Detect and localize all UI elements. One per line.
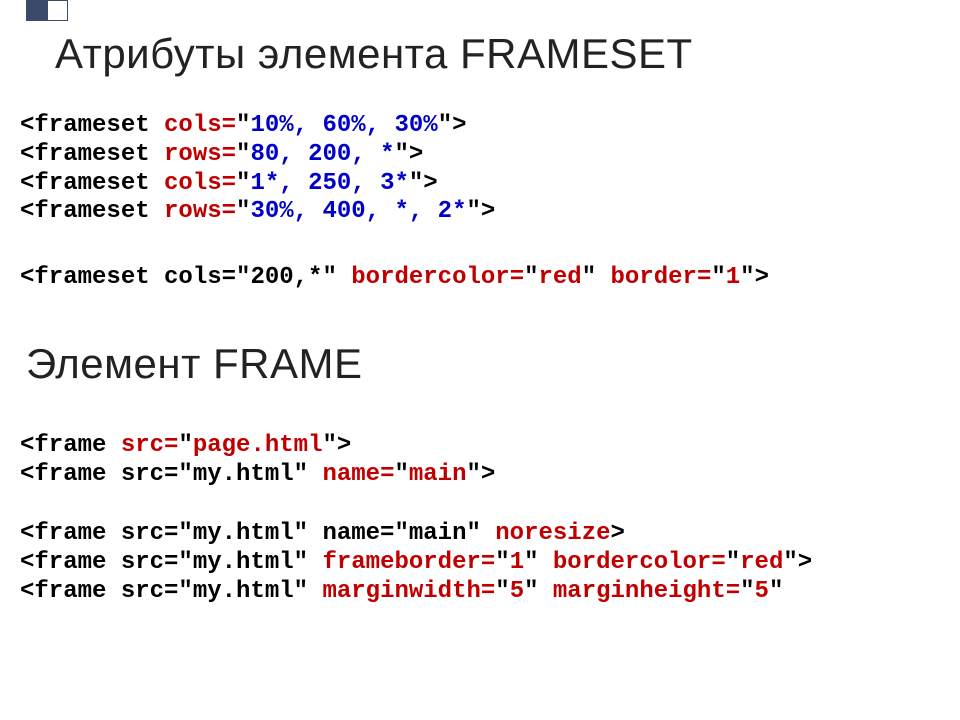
code-text: <frameset cols="200,*": [20, 264, 351, 291]
code-text: ">: [409, 170, 438, 197]
code-text: ">: [438, 112, 467, 139]
code-attr: bordercolor=: [351, 264, 524, 291]
code-quote: ": [495, 578, 509, 605]
code-quote: ": [524, 264, 538, 291]
code-quote: ": [236, 198, 250, 225]
code-attr: frameborder=: [322, 549, 495, 576]
code-quote: ": [495, 549, 509, 576]
code-attr: cols=: [164, 112, 236, 139]
code-quote: ": [236, 170, 250, 197]
code-text: ">: [322, 432, 351, 459]
slide: Атрибуты элемента FRAMESET <frameset col…: [0, 0, 960, 720]
code-quote: ": [236, 141, 250, 168]
code-attr: rows=: [164, 198, 236, 225]
code-text: <frameset: [20, 170, 164, 197]
code-text: >: [611, 520, 625, 547]
code-text: ">: [394, 141, 423, 168]
code-value-highlight: 5: [755, 578, 769, 605]
code-text: ": [524, 578, 553, 605]
code-value-highlight: 5: [510, 578, 524, 605]
code-text: ": [524, 549, 553, 576]
code-value-highlight: red: [740, 549, 783, 576]
code-value-highlight: 1: [510, 549, 524, 576]
code-quote: ": [236, 112, 250, 139]
code-text: ">: [467, 198, 496, 225]
code-value-highlight: 1: [726, 264, 740, 291]
code-quote: ": [740, 578, 754, 605]
code-text: <frame src="my.html" name="main": [20, 520, 495, 547]
bullet-bar: [26, 0, 68, 21]
code-value: 30%, 400, *, 2*: [250, 198, 466, 225]
code-text: <frameset: [20, 141, 164, 168]
code-text: <frameset: [20, 198, 164, 225]
code-attr: marginheight=: [553, 578, 740, 605]
code-text: ">: [740, 264, 769, 291]
code-quote: ": [178, 432, 192, 459]
section-heading-frameset: Атрибуты элемента FRAMESET: [55, 30, 693, 78]
code-text: <frame src="my.html": [20, 461, 322, 488]
code-block-frame-src-name: <frame src="page.html"> <frame src="my.h…: [20, 432, 495, 490]
code-text: ">: [466, 461, 495, 488]
code-attr: bordercolor=: [553, 549, 726, 576]
code-text: ": [582, 264, 611, 291]
bullet-filled-icon: [26, 0, 47, 21]
code-attr: rows=: [164, 141, 236, 168]
code-block-frame-attrs: <frame src="my.html" name="main" noresiz…: [20, 520, 812, 606]
code-text: <frame src="my.html": [20, 549, 322, 576]
code-quote: ": [711, 264, 725, 291]
code-attr: src=: [121, 432, 179, 459]
code-text: ": [769, 578, 783, 605]
code-value: 10%, 60%, 30%: [250, 112, 437, 139]
section-heading-frame: Элемент FRAME: [26, 340, 363, 388]
code-attr: marginwidth=: [322, 578, 495, 605]
code-attr: cols=: [164, 170, 236, 197]
code-value: 1*, 250, 3*: [250, 170, 408, 197]
code-value-highlight: red: [539, 264, 582, 291]
code-attr: name=: [322, 461, 394, 488]
code-text: <frame src="my.html": [20, 578, 322, 605]
bullet-empty-icon: [47, 0, 68, 21]
code-text: <frame: [20, 432, 121, 459]
code-block-frameset-examples: <frameset cols="10%, 60%, 30%"> <framese…: [20, 112, 495, 227]
code-text: ">: [783, 549, 812, 576]
code-value-highlight: main: [409, 461, 467, 488]
code-value-highlight: page.html: [193, 432, 323, 459]
code-quote: ": [394, 461, 408, 488]
code-attr: border=: [611, 264, 712, 291]
code-block-frameset-border: <frameset cols="200,*" bordercolor="red"…: [20, 264, 769, 293]
code-text: <frameset: [20, 112, 164, 139]
code-value: 80, 200, *: [250, 141, 394, 168]
code-quote: ": [726, 549, 740, 576]
code-attr: noresize: [495, 520, 610, 547]
